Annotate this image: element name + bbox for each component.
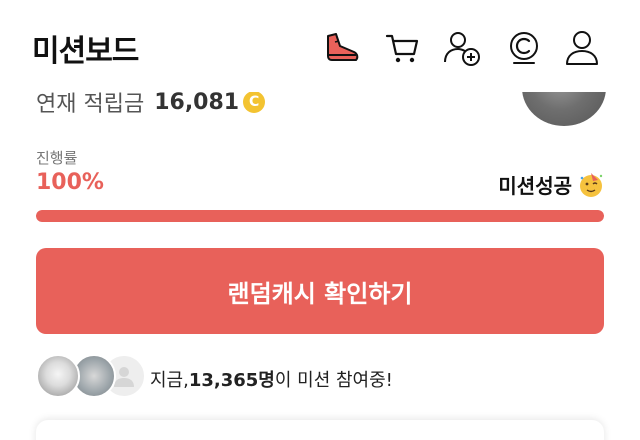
next-card (36, 420, 604, 440)
progress-label: 진행률 (36, 149, 78, 167)
page-title: 미션보드 (32, 34, 139, 69)
coin-icon[interactable] (504, 28, 544, 68)
participant-avatars (36, 354, 146, 400)
header: 미션보드 (0, 0, 640, 92)
random-cash-button[interactable]: 랜덤캐시 확인하기 (36, 248, 604, 334)
reward-label: 연재 적립금 (36, 92, 145, 117)
participants-text: 지금, 13,365명 이 미션 참여중! (150, 366, 393, 392)
mission-status: 미션성공 (498, 170, 604, 199)
add-friend-icon[interactable] (442, 28, 482, 68)
reward-value: 16,081 (154, 92, 240, 115)
progress-bar-fill (36, 210, 604, 222)
mission-status-text: 미션성공 (498, 174, 572, 198)
reward-row: 연재 적립금 16,081 C (36, 92, 266, 118)
progress-percent: 100% (36, 170, 104, 195)
participants-count: 13,365명 (188, 370, 275, 391)
shoe-icon[interactable] (322, 28, 362, 68)
party-face-icon (580, 172, 603, 197)
coin-badge-icon: C (243, 92, 266, 113)
participants-prefix: 지금, (150, 370, 189, 391)
profile-icon[interactable] (562, 28, 602, 68)
cart-icon[interactable] (382, 28, 422, 68)
participants-suffix: 이 미션 참여중! (274, 370, 393, 391)
avatar (36, 354, 80, 398)
progress-bar (36, 210, 604, 222)
